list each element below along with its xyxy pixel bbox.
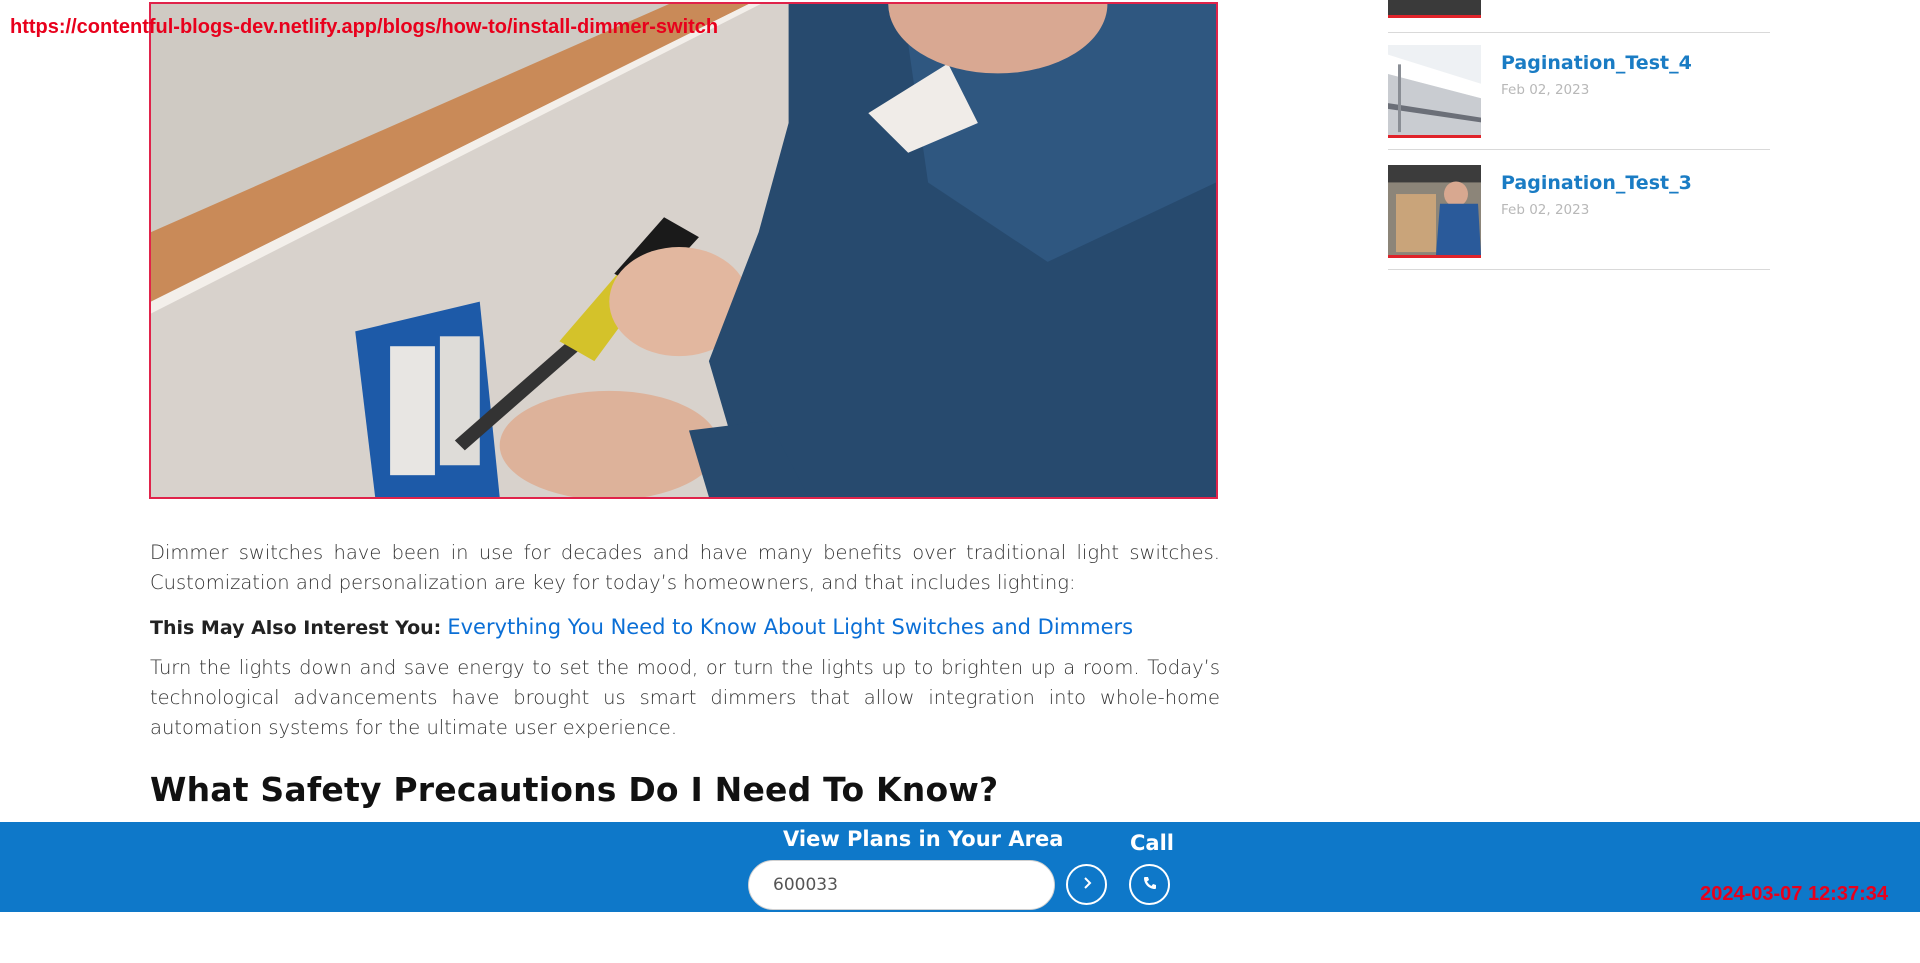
zip-code-input[interactable] <box>748 860 1055 910</box>
sidebar-post-date: Feb 02, 2023 <box>1501 202 1590 218</box>
article-paragraph-2: Turn the lights down and save energy to … <box>150 656 1220 739</box>
sidebar-post-title[interactable]: Pagination_Test_3 <box>1501 172 1692 194</box>
chevron-right-icon <box>1080 875 1094 894</box>
timestamp-overlay: 2024-03-07 12:37:34 <box>1700 883 1888 905</box>
phone-icon <box>1142 875 1158 895</box>
sidebar-post-thumbnail[interactable] <box>1388 45 1481 138</box>
call-button[interactable] <box>1129 864 1170 905</box>
related-article-link[interactable]: Everything You Need to Know About Light … <box>447 615 1133 639</box>
submit-zip-button[interactable] <box>1066 864 1107 905</box>
sidebar-post-date: Feb 02, 2023 <box>1501 82 1590 98</box>
section-heading: What Safety Precautions Do I Need To Kno… <box>150 770 999 809</box>
sidebar-post-thumbnail[interactable] <box>1388 165 1481 258</box>
sidebar-post-title[interactable]: Pagination_Test_4 <box>1501 52 1692 74</box>
sidebar-post[interactable]: Pagination_Test_4 Feb 02, 2023 <box>1388 32 1770 150</box>
related-article-label: This May Also Interest You: <box>150 617 442 639</box>
call-label: Call <box>1130 831 1174 855</box>
article-paragraph-1: Dimmer switches have been in use for dec… <box>150 541 1220 594</box>
sidebar-post[interactable]: Pagination_Test_3 Feb 02, 2023 <box>1388 152 1770 270</box>
related-article: This May Also Interest You: Everything Y… <box>150 612 1220 643</box>
plans-label: View Plans in Your Area <box>783 827 1064 851</box>
sidebar-thumbnail-partial[interactable] <box>1388 0 1481 18</box>
url-overlay: https://contentful-blogs-dev.netlify.app… <box>10 16 719 38</box>
hero-image <box>149 2 1218 499</box>
